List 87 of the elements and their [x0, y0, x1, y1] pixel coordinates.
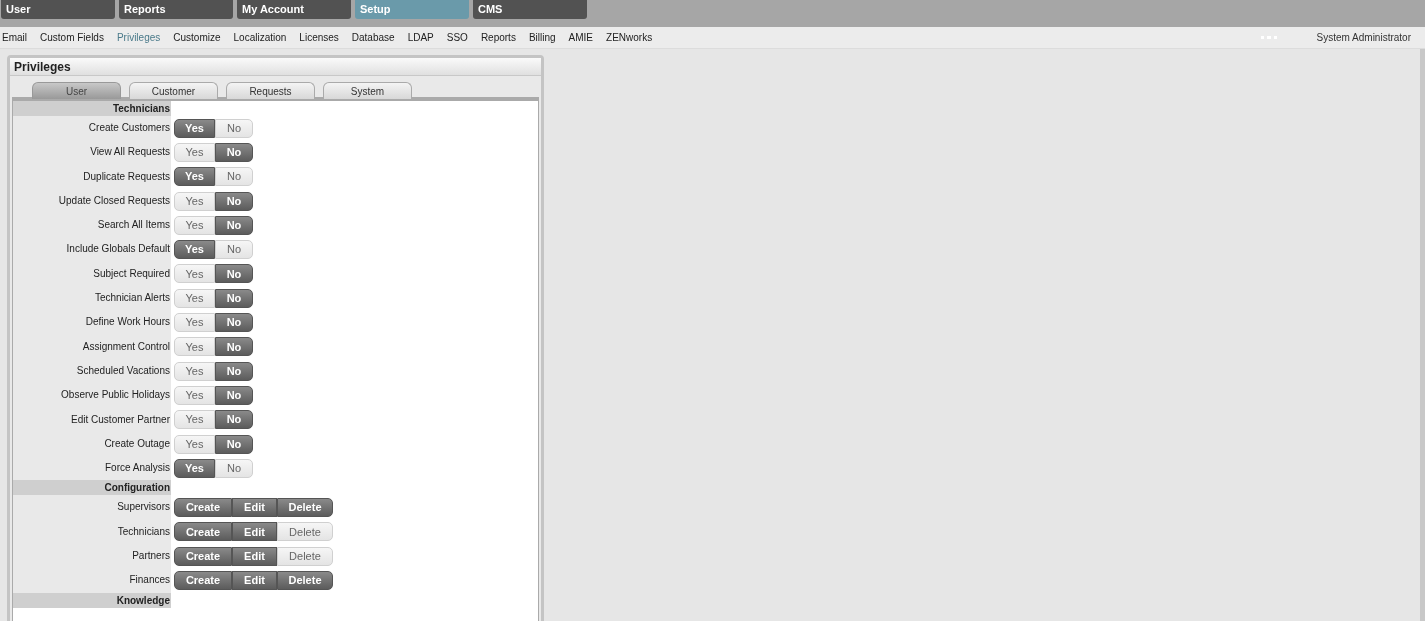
sub-nav-link[interactable]: ZENworks: [606, 30, 653, 45]
sub-nav-link[interactable]: Localization: [233, 30, 287, 45]
toggle-option[interactable]: Yes: [174, 118, 215, 138]
privilege-label: Finances: [13, 568, 171, 593]
toggle-option[interactable]: No: [215, 385, 253, 405]
toggle-option[interactable]: Yes: [174, 142, 215, 162]
permission-option[interactable]: Delete: [277, 498, 333, 518]
permission-option[interactable]: Edit: [232, 546, 277, 566]
permission-option[interactable]: Edit: [232, 522, 277, 542]
privilege-label: Duplicate Requests: [13, 164, 171, 189]
panel-tab[interactable]: User: [32, 82, 121, 99]
toggle-option[interactable]: No: [215, 264, 253, 284]
toggle-option[interactable]: No: [215, 142, 253, 162]
toggle-option[interactable]: No: [215, 167, 253, 187]
sub-nav-link[interactable]: Database: [351, 30, 395, 45]
sub-nav-link[interactable]: Custom Fields: [40, 30, 104, 45]
permission-option[interactable]: Edit: [232, 498, 277, 518]
toggle-option[interactable]: No: [215, 361, 253, 381]
privilege-label: Force Analysis: [13, 456, 171, 481]
privilege-label: Subject Required: [13, 261, 171, 287]
privilege-label: Partners: [13, 544, 171, 569]
sub-nav-link[interactable]: SSO: [446, 30, 468, 45]
nav-tab[interactable]: My Account: [237, 0, 351, 19]
privilege-label: Include Globals Default: [13, 237, 171, 262]
toggle-option[interactable]: No: [215, 434, 253, 454]
sub-nav-link[interactable]: LDAP: [407, 30, 434, 45]
toggle-option[interactable]: Yes: [174, 385, 215, 405]
toggle-option[interactable]: No: [215, 410, 253, 430]
toggle-option[interactable]: No: [215, 313, 253, 332]
permission-option[interactable]: Create: [174, 571, 232, 590]
toggle-option[interactable]: Yes: [174, 240, 215, 260]
sub-nav-link[interactable]: Privileges: [116, 30, 161, 45]
panel-title: Privileges: [14, 58, 71, 76]
privilege-label: Create Customers: [13, 116, 171, 141]
sub-nav-link[interactable]: Licenses: [299, 30, 339, 45]
user-name: System Administrator: [1316, 31, 1411, 45]
toggle-option[interactable]: No: [215, 288, 253, 308]
sub-nav-link[interactable]: Billing: [528, 30, 556, 45]
toggle-option[interactable]: No: [215, 240, 253, 260]
sub-nav-link[interactable]: AMIE: [568, 30, 594, 45]
panel-tab[interactable]: Customer: [129, 82, 218, 99]
privilege-label: Supervisors: [13, 495, 171, 520]
privilege-label: Technician Alerts: [13, 286, 171, 311]
permission-option[interactable]: Delete: [277, 571, 333, 590]
privilege-label: Scheduled Vacations: [13, 358, 171, 384]
toggle-option[interactable]: Yes: [174, 191, 215, 211]
privilege-label: Technicians: [13, 519, 171, 545]
sub-nav-link[interactable]: Reports: [480, 30, 516, 45]
nav-tab[interactable]: CMS: [473, 0, 587, 19]
nav-tab[interactable]: Reports: [119, 0, 233, 19]
toggle-option[interactable]: Yes: [174, 458, 215, 478]
permission-option[interactable]: Delete: [277, 522, 333, 542]
privilege-label: Define Work Hours: [13, 310, 171, 335]
toggle-option[interactable]: No: [215, 191, 253, 211]
toggle-option[interactable]: Yes: [174, 264, 215, 284]
privilege-label: Create Outage: [13, 431, 171, 457]
privilege-label: View All Requests: [13, 140, 171, 165]
privilege-label: Assignment Control: [13, 334, 171, 359]
toggle-option[interactable]: Yes: [174, 410, 215, 430]
toggle-option[interactable]: Yes: [174, 361, 215, 381]
toggle-option[interactable]: Yes: [174, 313, 215, 332]
sub-nav-link[interactable]: Email: [2, 30, 27, 45]
toggle-option[interactable]: Yes: [174, 337, 215, 357]
toggle-option[interactable]: Yes: [174, 215, 215, 235]
privilege-label: Search All Items: [13, 213, 171, 238]
privilege-label: Observe Public Holidays: [13, 383, 171, 408]
permission-option[interactable]: Create: [174, 546, 232, 566]
permission-option[interactable]: Create: [174, 522, 232, 542]
privilege-label: Edit Customer Partner: [13, 407, 171, 432]
nav-tab[interactable]: User: [1, 0, 115, 19]
permission-option[interactable]: Delete: [277, 546, 333, 566]
toggle-option[interactable]: No: [215, 337, 253, 357]
nav-tab[interactable]: Setup: [355, 0, 469, 19]
panel-tab[interactable]: System: [323, 82, 412, 99]
section-header: Technicians: [13, 101, 171, 116]
toggle-option[interactable]: No: [215, 215, 253, 235]
permission-option[interactable]: Create: [174, 498, 232, 518]
section-header: Configuration: [13, 480, 171, 496]
toggle-option[interactable]: No: [215, 458, 253, 478]
toggle-option[interactable]: Yes: [174, 434, 215, 454]
panel-tab[interactable]: Requests: [226, 82, 315, 99]
toggle-option[interactable]: Yes: [174, 288, 215, 308]
privilege-label: Update Closed Requests: [13, 188, 171, 214]
sub-nav-link[interactable]: Customize: [173, 30, 221, 45]
toggle-option[interactable]: Yes: [174, 167, 215, 187]
toggle-option[interactable]: No: [215, 118, 253, 138]
permission-option[interactable]: Edit: [232, 571, 277, 590]
